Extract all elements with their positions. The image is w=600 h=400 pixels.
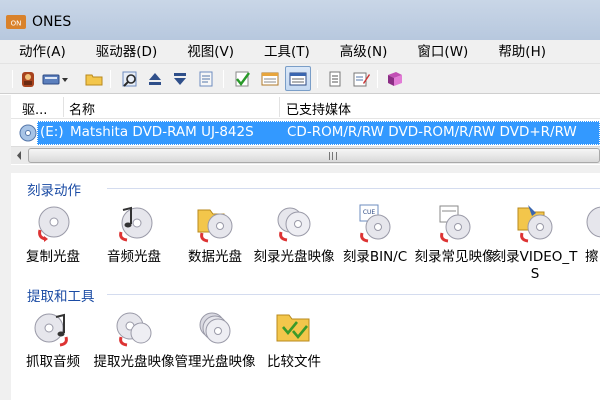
list-view-icon: [289, 72, 307, 86]
drive-name: Matshita DVD-RAM UJ-842S: [70, 124, 254, 140]
audio-disc-icon: [119, 206, 153, 242]
drive-media: CD-ROM/R/RW DVD-ROM/R/RW DVD+R/RW: [287, 124, 577, 140]
menu-view[interactable]: 视图(V): [168, 40, 245, 64]
burn-common-image-icon: [439, 205, 471, 243]
ones-app-icon: ON: [6, 15, 26, 29]
optical-drive-icon: [19, 124, 37, 142]
scroll-grip-icon: [329, 152, 337, 160]
drive-row[interactable]: (E:) Matshita DVD-RAM UJ-842S CD-ROM/R/R…: [11, 121, 600, 145]
action-label: 管理光盘映像: [174, 354, 256, 370]
menu-bar: 动作(A) 驱动器(D) 视图(V) 工具(T) 高级(N) 窗口(W) 帮助(…: [0, 40, 600, 64]
help-book-icon[interactable]: [385, 69, 405, 89]
action-extract-image[interactable]: 提取光盘映像: [91, 307, 177, 371]
drive-list-header: 驱... 名称 已支持媒体: [11, 95, 600, 119]
column-name[interactable]: 名称: [69, 99, 95, 118]
log-icon[interactable]: [325, 69, 345, 89]
section-divider: [107, 188, 600, 189]
section-title-extract: 提取和工具: [27, 289, 95, 305]
scroll-thumb[interactable]: [28, 148, 600, 163]
search-drive-icon[interactable]: [120, 69, 140, 89]
action-compare-files[interactable]: 比较文件: [251, 307, 337, 371]
action-label: 抓取音频: [26, 354, 80, 370]
action-label: 复制光盘: [26, 249, 80, 265]
action-burn-common-image[interactable]: 刻录常见映像: [412, 202, 498, 266]
open-folder-icon[interactable]: [84, 69, 104, 89]
action-label: 擦: [585, 249, 599, 265]
column-divider[interactable]: [279, 97, 280, 117]
toolbar-separator: [110, 70, 111, 88]
action-label: 音频光盘: [107, 249, 161, 265]
toolbar-grip: [12, 70, 13, 88]
data-disc-icon: [197, 209, 233, 243]
menu-drive[interactable]: 驱动器(D): [77, 40, 168, 64]
drive-letter: (E:): [40, 124, 64, 140]
action-label: 刻录BIN/C: [342, 249, 408, 265]
erase-disc-icon: [586, 206, 600, 238]
action-label: 刻录常见映像: [414, 249, 496, 265]
action-data-disc[interactable]: 数据光盘: [172, 202, 258, 266]
action-burn-image[interactable]: 刻录光盘映像: [251, 202, 337, 266]
toolbar: [0, 64, 600, 94]
title-bar: ON ONES: [0, 0, 600, 40]
copy-disc-icon: [38, 206, 70, 242]
toolbar-separator: [317, 70, 318, 88]
rip-audio-icon: [34, 313, 68, 347]
action-label: 刻录VIDEO_TS: [492, 249, 578, 282]
drive-info-icon[interactable]: [196, 69, 216, 89]
action-rip-audio[interactable]: 抓取音频: [10, 307, 96, 371]
window-title: ONES: [32, 14, 72, 30]
action-burn-video-ts[interactable]: 刻录VIDEO_TS: [492, 202, 578, 283]
burn-image-icon: [277, 207, 311, 242]
action-label: 比较文件: [267, 354, 321, 370]
action-erase-disc[interactable]: 擦: [572, 202, 600, 266]
column-media[interactable]: 已支持媒体: [286, 99, 351, 118]
column-drive[interactable]: 驱...: [22, 99, 47, 118]
compare-files-icon: [276, 314, 310, 342]
close-tray-icon[interactable]: [170, 69, 190, 89]
action-audio-disc[interactable]: 音频光盘: [91, 202, 177, 266]
edit-icon[interactable]: [351, 69, 371, 89]
svg-text:CUE: CUE: [363, 209, 376, 216]
toolbar-separator: [223, 70, 224, 88]
burn-bin-icon: CUE: [359, 204, 391, 243]
section-divider: [107, 294, 600, 295]
burner-icon[interactable]: [18, 69, 38, 89]
action-panel: 刻录动作 复制光盘 音频光盘 数据光盘 刻录光盘映像 CUE 刻录BIN/C 刻…: [11, 173, 600, 400]
menu-help[interactable]: 帮助(H): [479, 40, 557, 64]
extract-image-icon: [116, 312, 152, 347]
verify-icon[interactable]: [232, 69, 252, 89]
scroll-left-icon[interactable]: [11, 147, 28, 164]
svg-text:ON: ON: [11, 20, 22, 28]
details-view-icon[interactable]: [260, 69, 280, 89]
menu-advanced[interactable]: 高级(N): [321, 40, 399, 64]
column-divider[interactable]: [63, 97, 64, 117]
action-label: 提取光盘映像: [93, 354, 175, 370]
horizontal-scrollbar[interactable]: [11, 146, 600, 164]
section-title-burn: 刻录动作: [27, 183, 81, 199]
action-burn-bin[interactable]: CUE 刻录BIN/C: [332, 202, 418, 266]
menu-window[interactable]: 窗口(W): [398, 40, 479, 64]
menu-action[interactable]: 动作(A): [0, 40, 77, 64]
action-copy-disc[interactable]: 复制光盘: [10, 202, 96, 266]
burn-video-ts-icon: [517, 205, 553, 243]
panel-splitter[interactable]: [0, 165, 600, 173]
menu-tools[interactable]: 工具(T): [245, 40, 321, 64]
eject-icon[interactable]: [145, 69, 165, 89]
dropdown-burn-icon[interactable]: [42, 69, 70, 89]
toolbar-separator: [377, 70, 378, 88]
action-manage-images[interactable]: 管理光盘映像: [172, 307, 258, 371]
manage-images-icon: [199, 312, 231, 344]
action-label: 数据光盘: [188, 249, 242, 265]
action-label: 刻录光盘映像: [253, 249, 335, 265]
